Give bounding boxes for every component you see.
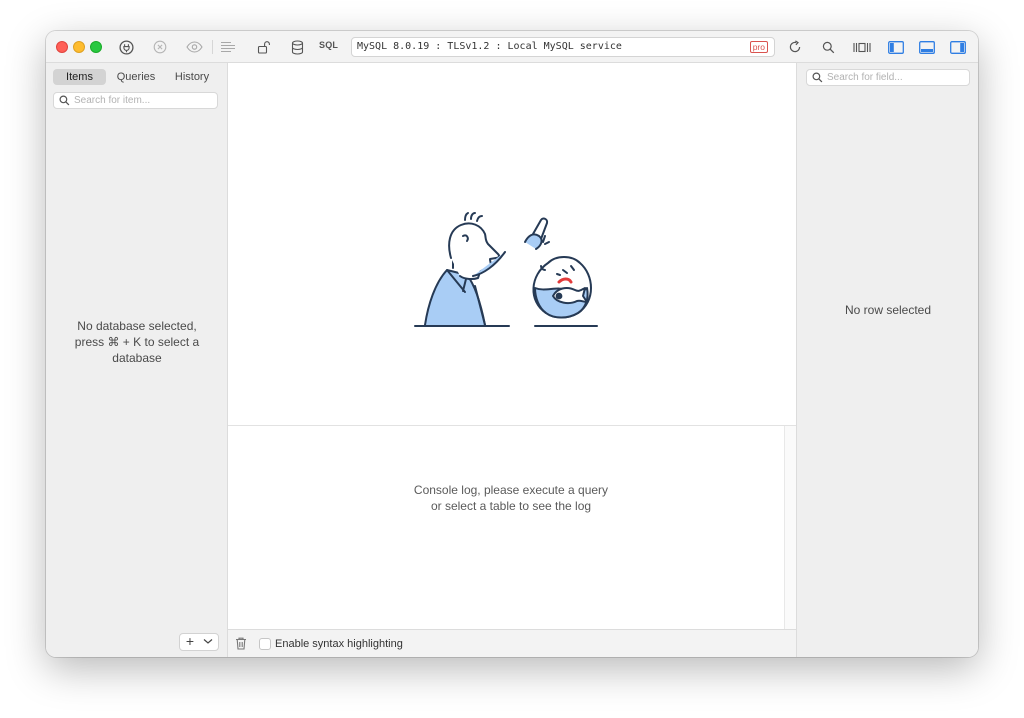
toggle-left-panel-button[interactable] bbox=[886, 37, 906, 57]
database-button[interactable] bbox=[287, 37, 307, 57]
table-layout-button[interactable] bbox=[852, 37, 872, 57]
database-icon bbox=[291, 39, 303, 55]
main-content: Console log, please execute a query or s… bbox=[228, 63, 796, 657]
columns-icon bbox=[853, 42, 871, 52]
empty-message-line-2: press ⌘ + K to select a bbox=[74, 335, 200, 349]
zoom-window-button[interactable] bbox=[90, 41, 102, 53]
toolbar: SQL MySQL 8.0.19 : TLSv1.2 : Local MySQL… bbox=[46, 31, 978, 63]
reload-button[interactable] bbox=[785, 37, 805, 57]
connection-text: MySQL 8.0.19 : TLSv1.2 : Local MySQL ser… bbox=[357, 41, 622, 52]
lock-button[interactable] bbox=[253, 37, 273, 57]
search-button[interactable] bbox=[818, 37, 838, 57]
no-row-selected-text: No row selected bbox=[844, 303, 932, 317]
commit-changes-button[interactable] bbox=[218, 37, 238, 57]
left-panel-icon bbox=[888, 40, 904, 54]
unlock-icon bbox=[257, 41, 270, 54]
right-sidebar: No row selected bbox=[796, 63, 978, 657]
power-plug-icon bbox=[118, 39, 134, 55]
search-icon bbox=[59, 95, 70, 106]
add-item-button[interactable]: + bbox=[180, 634, 200, 650]
chevron-down-icon[interactable] bbox=[203, 638, 213, 645]
minimize-window-button[interactable] bbox=[73, 41, 85, 53]
app-window: SQL MySQL 8.0.19 : TLSv1.2 : Local MySQL… bbox=[46, 31, 978, 657]
left-sidebar: Items Queries History No database select… bbox=[46, 63, 228, 657]
cancel-circle-icon bbox=[153, 40, 167, 54]
field-search-box[interactable] bbox=[806, 69, 970, 86]
connection-status-bar[interactable]: MySQL 8.0.19 : TLSv1.2 : Local MySQL ser… bbox=[351, 37, 775, 57]
tab-queries[interactable]: Queries bbox=[109, 69, 163, 85]
reload-icon bbox=[789, 40, 801, 53]
syntax-highlighting-checkbox[interactable] bbox=[259, 638, 271, 650]
sql-editor-button[interactable]: SQL bbox=[319, 40, 338, 50]
add-item-control: + bbox=[179, 633, 219, 651]
trash-icon[interactable] bbox=[235, 637, 247, 650]
search-icon bbox=[812, 72, 823, 83]
item-search-input[interactable] bbox=[74, 94, 214, 107]
tab-items[interactable]: Items bbox=[53, 69, 106, 85]
syntax-highlighting-label: Enable syntax highlighting bbox=[275, 638, 403, 650]
console-empty-line-1: Console log, please execute a query bbox=[413, 483, 609, 497]
man-with-fishbowl-illustration bbox=[414, 212, 598, 327]
toolbar-separator bbox=[212, 40, 213, 54]
connection-toggle-button[interactable] bbox=[116, 37, 136, 57]
empty-message-line-3: database bbox=[112, 351, 162, 365]
right-panel-icon bbox=[950, 40, 966, 54]
console-footer: Enable syntax highlighting bbox=[228, 629, 796, 657]
text-lines-icon bbox=[221, 41, 235, 52]
toggle-bottom-panel-button[interactable] bbox=[917, 37, 937, 57]
field-search-input[interactable] bbox=[827, 71, 967, 84]
cancel-button[interactable] bbox=[150, 37, 170, 57]
tab-history[interactable]: History bbox=[166, 69, 218, 85]
search-icon bbox=[822, 41, 834, 53]
bottom-panel-icon bbox=[919, 40, 935, 54]
toggle-right-panel-button[interactable] bbox=[948, 37, 968, 57]
preview-button[interactable] bbox=[184, 37, 204, 57]
close-window-button[interactable] bbox=[56, 41, 68, 53]
pro-badge[interactable]: pro bbox=[749, 41, 768, 53]
empty-message-line-1: No database selected, bbox=[77, 319, 197, 333]
console-log-panel: Console log, please execute a query or s… bbox=[228, 425, 796, 630]
eye-icon bbox=[185, 41, 203, 53]
console-empty-line-2: or select a table to see the log bbox=[430, 499, 592, 513]
item-search-box[interactable] bbox=[53, 92, 218, 109]
console-scrollbar[interactable] bbox=[784, 426, 796, 630]
